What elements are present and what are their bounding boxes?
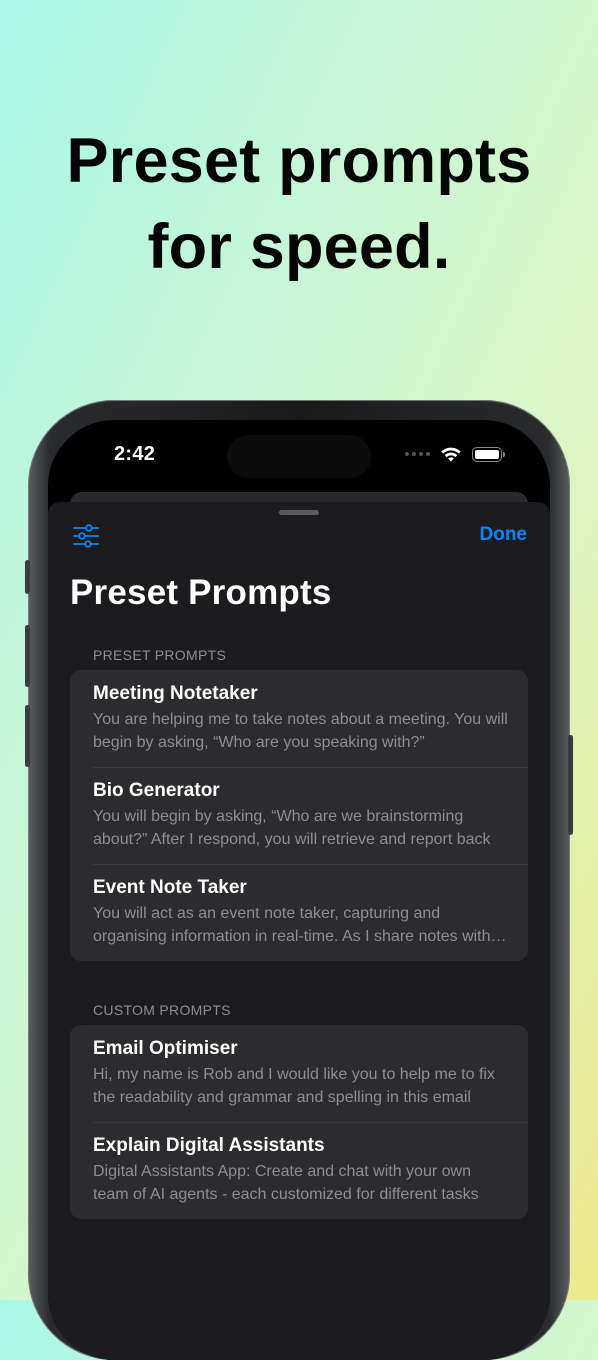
list-item-title: Bio Generator	[93, 780, 220, 801]
custom-prompts-list: Email Optimiser Hi, my name is Rob and I…	[70, 1025, 528, 1219]
section-header-custom: CUSTOM PROMPTS	[93, 1002, 231, 1018]
headline-line-2: for speed.	[147, 212, 451, 282]
status-time: 2:42	[114, 443, 156, 465]
status-icons	[405, 446, 505, 462]
dynamic-island	[227, 435, 371, 478]
list-item-title: Meeting Notetaker	[93, 683, 258, 704]
phone-frame: 2:42 Done Preset Prompts PRESET PROMPTS …	[25, 400, 573, 1360]
power-button	[568, 735, 573, 835]
sheet-grabber[interactable]	[279, 510, 319, 515]
list-item-meeting-notetaker[interactable]: Meeting Notetaker You are helping me to …	[70, 670, 528, 767]
list-item-description: You are helping me to take notes about a…	[93, 711, 508, 751]
list-item-event-note-taker[interactable]: Event Note Taker You will act as an even…	[70, 864, 528, 961]
list-item-title: Email Optimiser	[93, 1038, 238, 1059]
volume-down-button	[25, 705, 30, 767]
page-title: Preset Prompts	[70, 573, 332, 612]
wifi-icon	[441, 447, 461, 462]
list-item-description: You will begin by asking, “Who are we br…	[93, 808, 491, 848]
volume-up-button	[25, 625, 30, 687]
action-button	[25, 560, 30, 594]
done-button[interactable]: Done	[480, 524, 528, 546]
list-item-bio-generator[interactable]: Bio Generator You will begin by asking, …	[70, 767, 528, 864]
phone-screen: 2:42 Done Preset Prompts PRESET PROMPTS …	[48, 420, 550, 1360]
list-item-title: Explain Digital Assistants	[93, 1135, 325, 1156]
headline: Preset prompts for speed.	[0, 118, 598, 290]
list-item-description: Hi, my name is Rob and I would like you …	[93, 1066, 495, 1106]
preset-prompts-sheet: Done Preset Prompts PRESET PROMPTS Meeti…	[48, 502, 550, 1360]
list-item-description: You will act as an event note taker, cap…	[93, 905, 491, 945]
list-item-description: Digital Assistants App: Create and chat …	[93, 1163, 479, 1203]
list-item-explain-digital-assistants[interactable]: Explain Digital Assistants Digital Assis…	[70, 1122, 528, 1219]
signal-dots-icon	[405, 452, 430, 456]
list-item-title: Event Note Taker	[93, 877, 247, 898]
sliders-icon[interactable]	[72, 524, 100, 548]
headline-line-1: Preset prompts	[66, 126, 532, 196]
list-item-email-optimiser[interactable]: Email Optimiser Hi, my name is Rob and I…	[70, 1025, 528, 1122]
preset-prompts-list: Meeting Notetaker You are helping me to …	[70, 670, 528, 961]
battery-icon	[472, 446, 505, 462]
section-header-preset: PRESET PROMPTS	[93, 647, 227, 663]
